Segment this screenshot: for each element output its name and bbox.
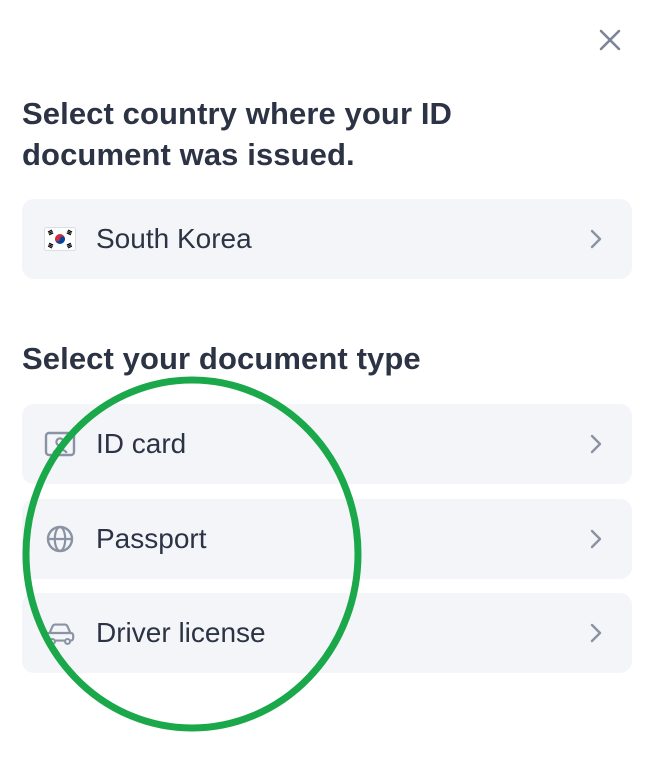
globe-icon: [44, 523, 76, 555]
document-option-label: ID card: [96, 428, 187, 459]
country-heading: Select country where your ID document wa…: [22, 96, 453, 172]
chevron-right-icon: [590, 623, 602, 643]
document-option-label: Passport: [96, 523, 207, 554]
document-option-id-card[interactable]: ID card: [22, 404, 632, 484]
document-type-heading: Select your document type: [22, 341, 421, 376]
document-option-label: Driver license: [96, 617, 266, 648]
close-button[interactable]: [596, 26, 624, 54]
document-option-passport[interactable]: Passport: [22, 499, 632, 579]
country-selector[interactable]: South Korea: [22, 199, 632, 279]
chevron-right-icon: [590, 434, 602, 454]
id-card-icon: [44, 428, 76, 460]
country-label: South Korea: [96, 223, 252, 254]
close-icon: [599, 29, 621, 51]
chevron-right-icon: [590, 529, 602, 549]
chevron-right-icon: [590, 229, 602, 249]
document-option-driver-license[interactable]: Driver license: [22, 593, 632, 673]
south-korea-flag-icon: [44, 223, 76, 255]
car-icon: [44, 617, 76, 649]
